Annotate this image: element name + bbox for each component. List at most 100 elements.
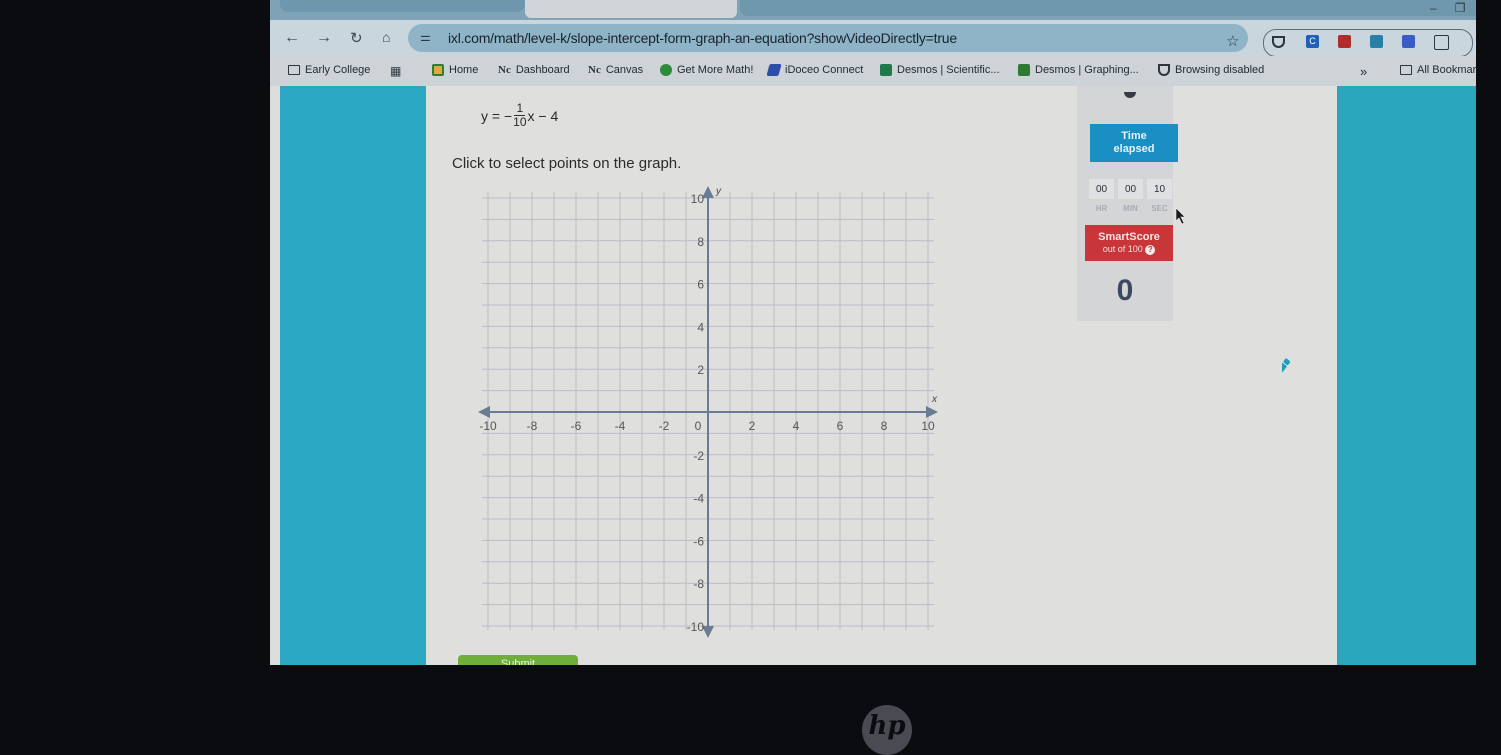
y-tick-label: 6: [697, 278, 704, 292]
nc-logo-icon: Nc: [498, 64, 511, 76]
bookmark-desmos-scientific[interactable]: Desmos | Scientific...: [880, 64, 1000, 76]
puzzle-extension-icon[interactable]: [1434, 35, 1449, 50]
bookmark-star-icon[interactable]: ☆: [1226, 32, 1239, 50]
x-tick-label: -6: [571, 419, 582, 433]
hp-logo: hp: [862, 705, 912, 755]
site-info-icon[interactable]: ⚌: [420, 30, 431, 44]
browser-tab[interactable]: [740, 0, 1476, 16]
y-tick-label: -4: [693, 492, 704, 506]
red-book-extension-icon[interactable]: [1338, 35, 1351, 48]
back-icon[interactable]: ←: [284, 29, 300, 47]
instruction-text: Click to select points on the graph.: [452, 155, 682, 172]
extensions-group: C: [1263, 29, 1473, 57]
y-axis-label: y: [715, 186, 722, 197]
x-tick-label: 0: [695, 419, 702, 433]
y-tick-label: -2: [693, 449, 704, 463]
x-tick-label: -10: [479, 419, 497, 433]
y-tick-label: -6: [693, 534, 704, 548]
y-tick-label: -8: [693, 577, 704, 591]
reload-icon[interactable]: ↻: [350, 29, 363, 47]
timer-seconds: 10: [1147, 179, 1172, 199]
bookmark-label: All Bookmarks: [1417, 64, 1476, 76]
bookmark-label: iDoceo Connect: [785, 64, 864, 76]
bookmark-apps[interactable]: ▦: [390, 64, 401, 78]
bookmark-canvas[interactable]: Nc Canvas: [588, 64, 643, 76]
bookmark-label: Home: [449, 64, 479, 76]
gmm-icon: [660, 64, 672, 76]
timer: 00 00 10: [1089, 179, 1172, 199]
equation-suffix: x − 4: [527, 107, 559, 124]
y-tick-label: 4: [697, 320, 704, 334]
forward-icon[interactable]: →: [316, 29, 332, 47]
submit-button[interactable]: Submit: [458, 655, 578, 665]
pencil-icon[interactable]: [1282, 354, 1318, 386]
x-tick-label: -2: [659, 419, 670, 433]
url-text[interactable]: ixl.com/math/level-k/slope-intercept-for…: [448, 30, 957, 46]
bookmark-dashboard[interactable]: Nc Dashboard: [498, 64, 570, 76]
bookmark-early-college[interactable]: Early College: [288, 64, 370, 76]
bookmark-label: Browsing disabled: [1175, 64, 1265, 76]
x-axis-right-arrow: [926, 406, 938, 418]
y-tick-label: 10: [691, 192, 705, 206]
timer-hours: 00: [1089, 179, 1114, 199]
browser-tab-active[interactable]: [525, 0, 737, 18]
y-tick-label: 2: [697, 363, 704, 377]
x-axis-left-arrow: [478, 406, 490, 418]
fraction-numerator: 1: [514, 101, 526, 116]
time-elapsed-label: Time elapsed: [1090, 124, 1178, 162]
page-content: y = − 1 10 x − 4 Click to select points …: [270, 86, 1476, 665]
timer-unit-hr: HR: [1095, 204, 1108, 213]
bookmark-label: Canvas: [605, 64, 644, 76]
folder-icon: [1400, 65, 1412, 75]
x-tick-label: 4: [793, 419, 800, 433]
address-bar[interactable]: ⚌ ixl.com/math/level-k/slope-intercept-f…: [408, 24, 1248, 52]
bookmark-label: Desmos | Scientific...: [897, 64, 1000, 76]
home-icon[interactable]: ⌂: [382, 29, 390, 45]
browser-tab[interactable]: [280, 0, 525, 12]
all-bookmarks-button[interactable]: All Bookmarks: [1400, 64, 1476, 76]
y-tick-label: 8: [697, 235, 704, 249]
smartscore-title: SmartScore: [1098, 231, 1160, 243]
restore-icon[interactable]: ❐: [1455, 1, 1466, 17]
folder-gear-icon: [288, 65, 300, 75]
coordinate-graph[interactable]: x y -10 -8 -6 -4 -2 0 2 4 6 8 10 10 8 6 4 2 -2 -4 -6 -8 -10: [476, 186, 946, 646]
smartscore-value: 0: [1116, 274, 1134, 307]
apps-grid-icon: ▦: [390, 64, 402, 78]
bookmark-home[interactable]: Home: [432, 64, 478, 76]
cloud-extension-icon[interactable]: [1370, 35, 1383, 48]
x-tick-label: 6: [837, 419, 844, 433]
help-icon[interactable]: ?: [1145, 245, 1156, 255]
shield-extension-icon[interactable]: [1272, 36, 1285, 48]
overflow-chevron-icon: »: [1360, 64, 1368, 79]
x-tick-label: 10: [921, 419, 935, 433]
bookmark-desmos-graphing[interactable]: Desmos | Graphing...: [1018, 64, 1139, 76]
bookmark-browsing-disabled[interactable]: Browsing disabled: [1158, 64, 1264, 76]
screen: – ❐ ✕ ← → ↻ ⌂ ⚌ ixl.com/math/level-k/slo…: [270, 0, 1476, 665]
x-tick-label: -4: [615, 419, 626, 433]
x-tick-label: 8: [881, 419, 888, 433]
collapse-handle-icon[interactable]: [1124, 92, 1136, 98]
timer-minutes: 00: [1118, 179, 1143, 199]
right-side-panel: [1337, 86, 1476, 665]
shield-icon: [1158, 64, 1170, 76]
mouse-cursor-icon: [1175, 207, 1186, 225]
x-tick-label: -8: [527, 419, 538, 433]
iw-extension-icon[interactable]: [1402, 35, 1415, 48]
equation-prefix: y = −: [481, 107, 513, 124]
bookmark-idoceo[interactable]: iDoceo Connect: [766, 64, 864, 76]
timer-unit-min: MIN: [1123, 204, 1138, 213]
timer-unit-sec: SEC: [1151, 204, 1168, 213]
idoceo-icon: [766, 64, 782, 76]
minimize-icon[interactable]: –: [1430, 1, 1437, 17]
c-extension-icon[interactable]: C: [1306, 35, 1319, 48]
desmos-graphing-icon: [1018, 64, 1030, 76]
classroom-icon: [432, 64, 444, 76]
bookmark-get-more-math[interactable]: Get More Math!: [660, 64, 753, 76]
browser-toolbar: ← → ↻ ⌂ ⚌ ixl.com/math/level-k/slope-int…: [270, 20, 1476, 57]
bookmarks-overflow-button[interactable]: »: [1360, 64, 1367, 79]
tab-strip: [270, 0, 1476, 20]
smartscore-subtitle: out of 100: [1102, 244, 1143, 254]
desmos-scientific-icon: [880, 64, 892, 76]
x-tick-label: 2: [749, 419, 756, 433]
nc-logo-icon: Nc: [588, 64, 601, 76]
